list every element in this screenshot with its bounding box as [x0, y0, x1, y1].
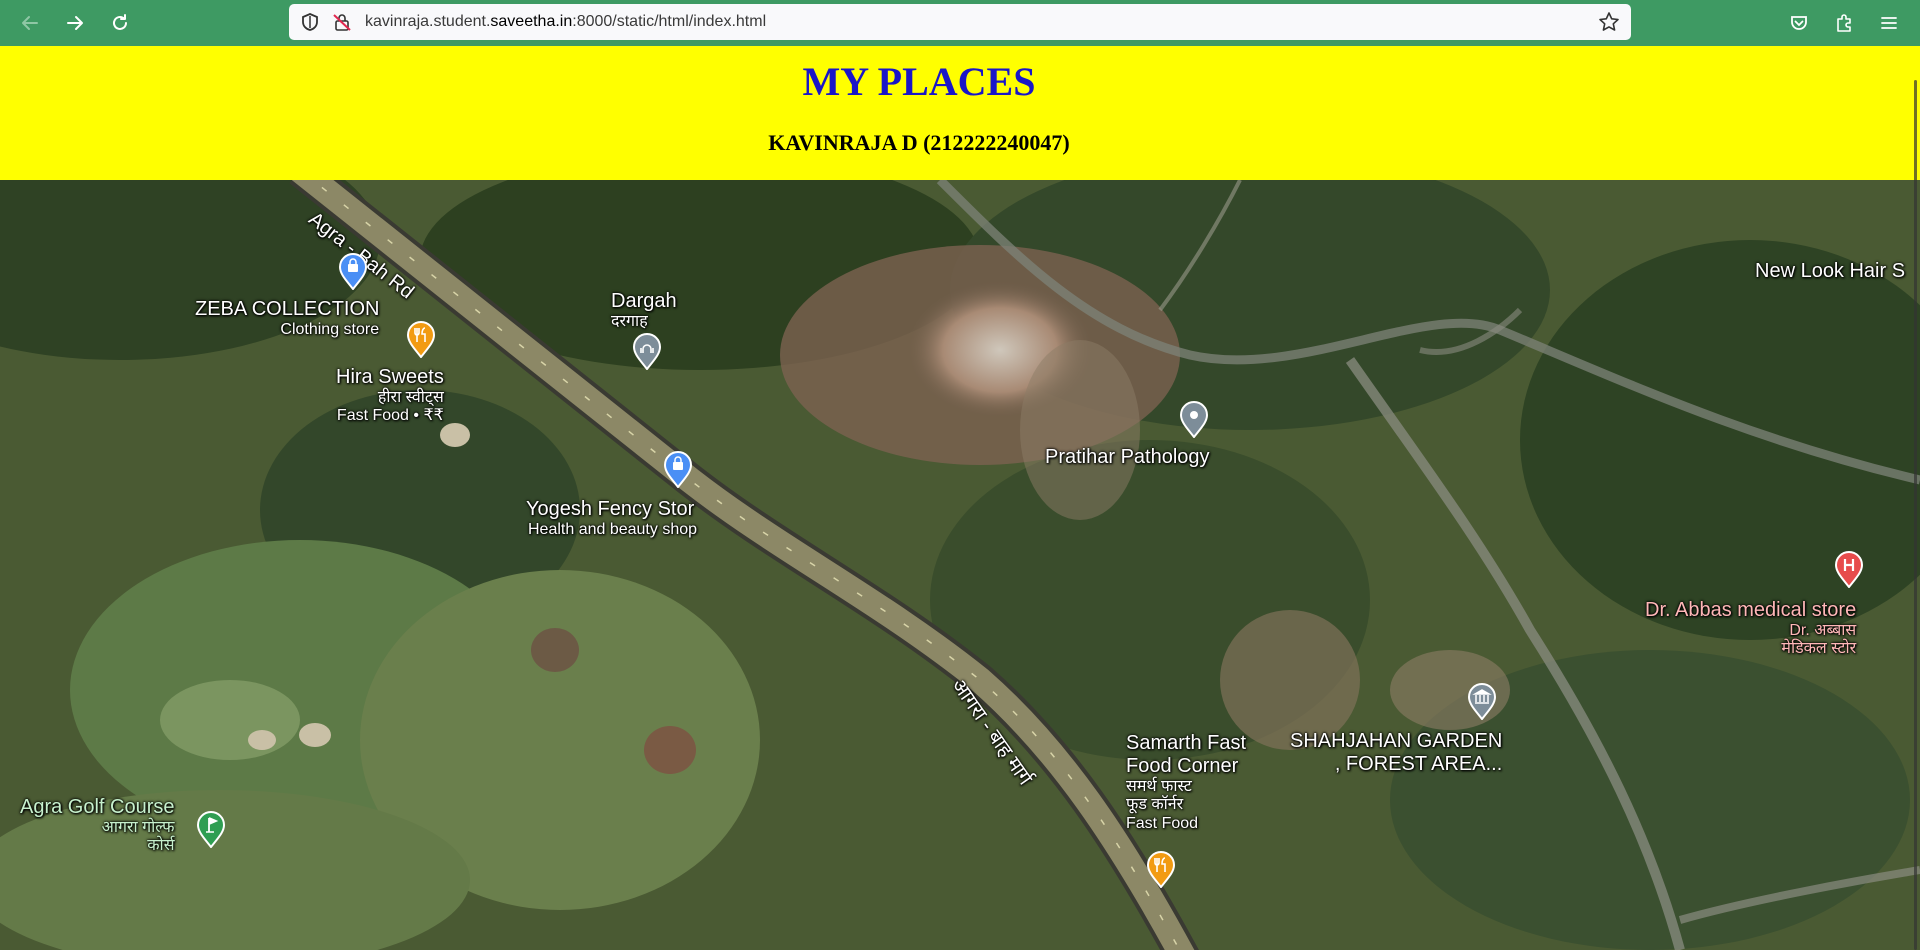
museum-icon[interactable]: [1467, 682, 1497, 720]
reload-icon: [113, 14, 127, 30]
place-category: Fast Food: [1126, 814, 1199, 832]
reload-button[interactable]: [106, 9, 134, 37]
restaurant-icon[interactable]: [1146, 850, 1176, 888]
place-label-samarth[interactable]: Samarth Fast Food Corner समर्थ फास्ट फूड…: [1126, 732, 1246, 833]
place-name-hindi: आगरा गोल्फ: [101, 819, 175, 836]
place-name-hindi: हीरा स्वीट्स: [377, 389, 444, 406]
url-prefix: kavinraja.student.: [365, 13, 491, 30]
place-name: Samarth Fast: [1126, 732, 1247, 754]
place-label-shahjahan[interactable]: SHAHJAHAN GARDEN , FOREST AREA...: [1290, 730, 1502, 776]
place-category: Clothing store: [280, 321, 380, 338]
place-name-hindi: कोर्स: [147, 837, 175, 855]
place-label-abbas[interactable]: Dr. Abbas medical store Dr. अब्बास मेडिक…: [1645, 599, 1856, 659]
shield-icon[interactable]: [300, 12, 320, 32]
url-host: saveetha.in: [490, 13, 573, 30]
menu-button[interactable]: [1875, 9, 1903, 37]
place-label-hira-sweets[interactable]: Hira Sweets हीरा स्वीट्स Fast Food • ₹₹: [336, 366, 444, 426]
place-name: Food Corner: [1126, 755, 1239, 777]
place-name-hindi: दरगाह: [611, 313, 648, 330]
restaurant-icon[interactable]: [406, 320, 436, 358]
back-button[interactable]: [16, 9, 44, 37]
forward-button[interactable]: [61, 9, 89, 37]
place-name: Yogesh Fency Stor: [526, 498, 695, 520]
place-pin-icon[interactable]: [1179, 400, 1209, 438]
place-name-hindi: मेडिकल स्टोर: [1781, 640, 1857, 658]
menu-icon: [1881, 17, 1897, 29]
place-name: Pratihar Pathology: [1045, 446, 1210, 468]
place-name: New Look Hair S: [1755, 260, 1906, 282]
place-label-dargah[interactable]: Dargah दरगाह: [611, 290, 677, 331]
pocket-button[interactable]: [1785, 9, 1813, 37]
shopping-bag-icon[interactable]: [663, 450, 693, 488]
satellite-imagery: [0, 180, 1920, 950]
page-header: MY PLACES KAVINRAJA D (212222240047): [0, 46, 1920, 180]
url-text[interactable]: kavinraja.student.saveetha.in:8000/stati…: [365, 13, 766, 31]
place-name: Dargah: [611, 290, 677, 312]
extensions-button[interactable]: [1830, 9, 1858, 37]
place-name: SHAHJAHAN GARDEN: [1290, 730, 1503, 752]
place-label-yogesh[interactable]: Yogesh Fency Stor Health and beauty shop: [526, 498, 697, 539]
pocket-icon: [1791, 16, 1807, 30]
browser-toolbar: kavinraja.student.saveetha.in:8000/stati…: [0, 0, 1920, 46]
place-name: , FOREST AREA...: [1334, 753, 1503, 775]
shopping-bag-icon[interactable]: [338, 252, 368, 290]
place-name-hindi: फूड कॉर्नर: [1126, 796, 1184, 814]
forward-arrow-icon: [67, 16, 83, 30]
page-scrollbar[interactable]: [1914, 80, 1917, 950]
place-name: Agra Golf Course: [20, 796, 175, 818]
back-arrow-icon: [22, 16, 38, 30]
place-name-hindi: समर्थ फास्ट: [1126, 778, 1192, 795]
page-subtitle: KAVINRAJA D (212222240047): [768, 130, 1070, 155]
page-title: MY PLACES: [802, 59, 1036, 104]
place-category: Fast Food • ₹₹: [336, 407, 444, 425]
place-label-pratihar[interactable]: Pratihar Pathology: [1045, 446, 1210, 469]
golf-icon[interactable]: [196, 810, 226, 848]
place-label-golf[interactable]: Agra Golf Course आगरा गोल्फ कोर्स: [20, 796, 175, 856]
place-name: ZEBA COLLECTION: [195, 298, 380, 320]
place-name: Hira Sweets: [336, 366, 444, 388]
place-name-hindi: Dr. अब्बास: [1789, 622, 1857, 639]
place-category: Health and beauty shop: [528, 521, 698, 538]
place-name: Dr. Abbas medical store: [1645, 599, 1857, 621]
extensions-icon: [1837, 14, 1851, 32]
place-label-new-look[interactable]: New Look Hair S: [1755, 260, 1905, 283]
hospital-icon[interactable]: [1834, 550, 1864, 588]
mosque-icon[interactable]: [632, 332, 662, 370]
place-label-zeba[interactable]: ZEBA COLLECTION Clothing store: [195, 298, 380, 339]
star-icon[interactable]: [1598, 11, 1620, 33]
satellite-map[interactable]: Agra - Bah Rd आगरा - बाह मार्ग ZEBA COLL…: [0, 180, 1920, 950]
insecure-lock-icon[interactable]: [332, 12, 352, 32]
address-bar[interactable]: kavinraja.student.saveetha.in:8000/stati…: [289, 4, 1631, 40]
url-path: :8000/static/html/index.html: [572, 13, 767, 30]
